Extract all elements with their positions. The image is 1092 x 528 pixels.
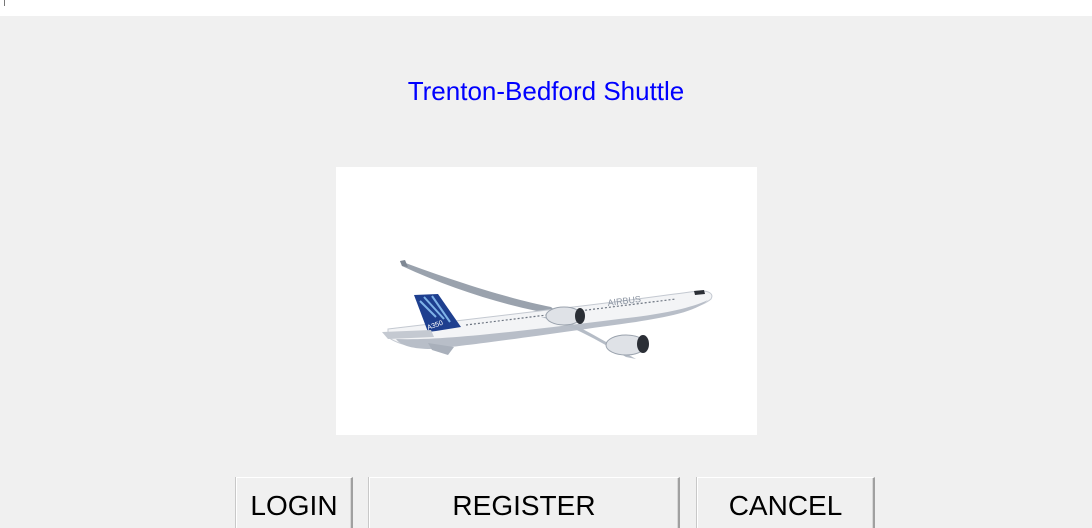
login-window: Trenton-Bedford Shuttle A350 AIRBUS LOGI… <box>0 0 1092 528</box>
corner-mark <box>4 0 5 6</box>
airplane-image: A350 AIRBUS <box>336 167 757 435</box>
app-title: Trenton-Bedford Shuttle <box>407 76 685 106</box>
register-button[interactable]: REGISTER <box>369 477 680 528</box>
top-strip <box>0 0 1092 16</box>
cancel-button[interactable]: CANCEL <box>697 477 875 528</box>
login-button[interactable]: LOGIN <box>236 477 353 528</box>
airplane-icon: A350 AIRBUS <box>382 260 713 359</box>
